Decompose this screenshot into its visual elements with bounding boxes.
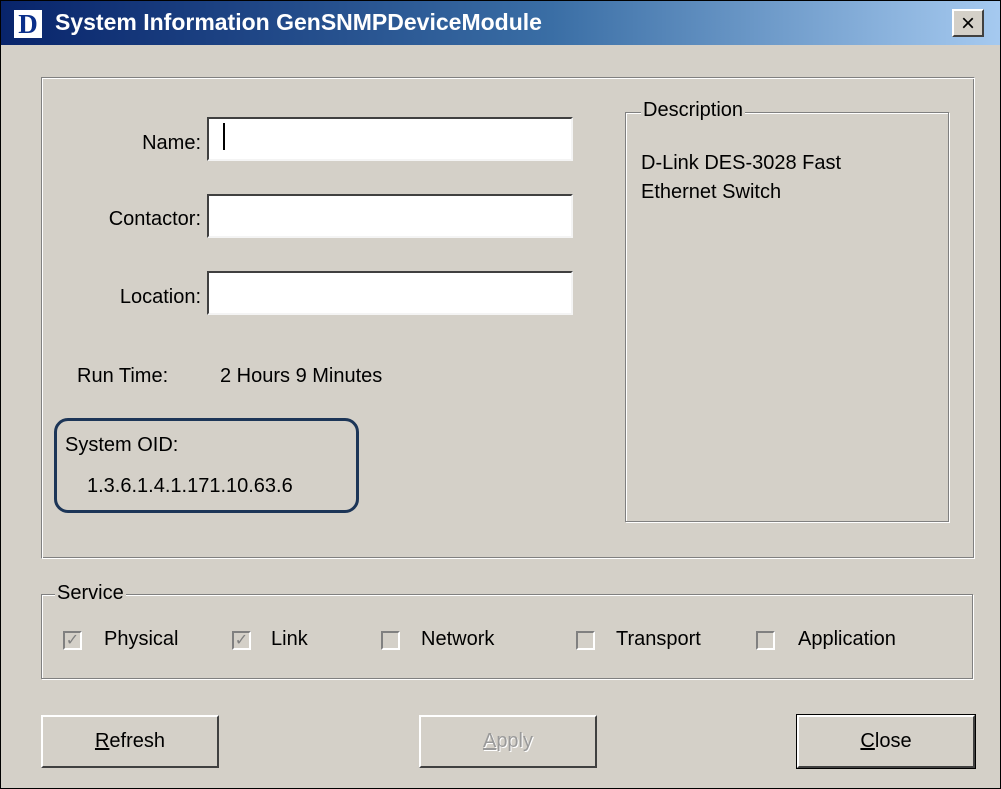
contactor-input[interactable] bbox=[207, 194, 573, 238]
system-oid-highlight bbox=[54, 418, 359, 513]
description-line-1: D-Link DES-3028 Fast bbox=[641, 152, 842, 174]
description-line-2: Ethernet Switch bbox=[641, 181, 782, 203]
network-label: Network bbox=[421, 628, 495, 650]
description-legend: Description bbox=[641, 99, 746, 122]
contactor-label: Contactor: bbox=[108, 208, 201, 230]
network-checkbox[interactable] bbox=[381, 631, 400, 650]
name-label: Name: bbox=[142, 132, 201, 154]
runtime-label: Run Time: bbox=[77, 365, 169, 387]
system-oid-label: System OID: bbox=[65, 434, 179, 456]
dlink-app-icon: D bbox=[14, 10, 42, 38]
transport-checkbox[interactable] bbox=[576, 631, 595, 650]
name-input[interactable] bbox=[207, 117, 573, 161]
location-input[interactable] bbox=[207, 271, 573, 315]
close-button[interactable]: Close bbox=[796, 714, 976, 769]
link-label: Link bbox=[271, 628, 308, 650]
apply-button[interactable]: Apply bbox=[419, 715, 597, 768]
application-label: Application bbox=[798, 628, 896, 650]
service-legend: Service bbox=[55, 582, 126, 605]
application-checkbox[interactable] bbox=[756, 631, 775, 650]
close-accelerator: C bbox=[860, 730, 875, 752]
physical-label: Physical bbox=[104, 628, 179, 650]
location-label: Location: bbox=[119, 286, 201, 308]
title-bar[interactable]: D System Information GenSNMPDeviceModule… bbox=[1, 1, 1000, 45]
runtime-value: 2 Hours 9 Minutes bbox=[220, 365, 383, 387]
refresh-label-rest: efresh bbox=[109, 730, 166, 752]
link-checkbox[interactable]: ✓ bbox=[232, 631, 251, 650]
system-information-dialog: D System Information GenSNMPDeviceModule… bbox=[0, 0, 1001, 789]
close-label-rest: lose bbox=[874, 730, 912, 752]
apply-accelerator: A bbox=[482, 730, 497, 752]
refresh-accelerator: R bbox=[94, 730, 110, 752]
text-caret bbox=[223, 123, 225, 150]
transport-label: Transport bbox=[616, 628, 701, 650]
refresh-button[interactable]: Refresh bbox=[41, 715, 219, 768]
system-oid-value: 1.3.6.1.4.1.171.10.63.6 bbox=[87, 475, 293, 497]
window-title: System Information GenSNMPDeviceModule bbox=[55, 9, 542, 35]
physical-checkbox[interactable]: ✓ bbox=[63, 631, 82, 650]
title-close-icon[interactable]: × bbox=[952, 9, 984, 37]
apply-label-rest: pply bbox=[496, 730, 534, 752]
